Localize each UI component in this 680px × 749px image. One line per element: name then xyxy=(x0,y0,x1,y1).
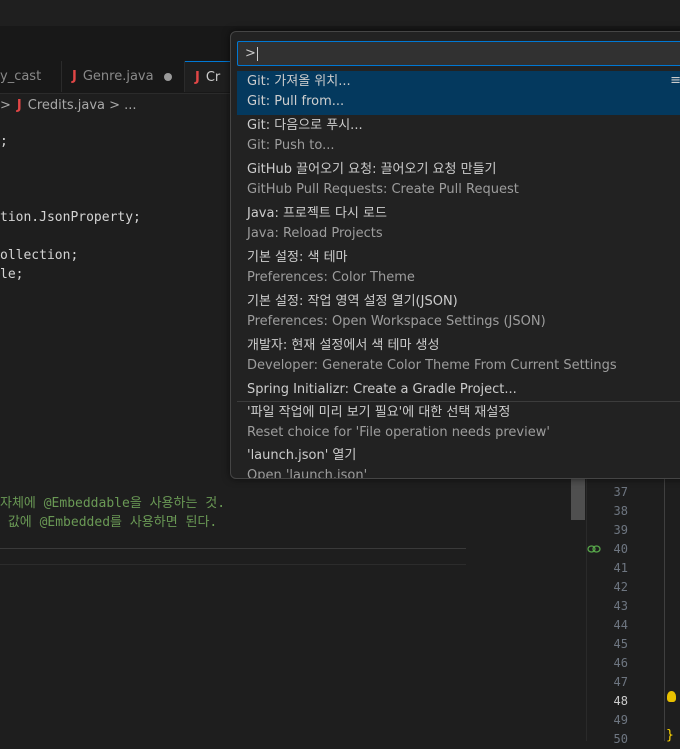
command-detail: Git: Push to... xyxy=(247,138,335,153)
comment-text: 자체에 xyxy=(0,496,44,511)
pane-divider[interactable] xyxy=(586,478,587,741)
comment-line: 자체에 @Embeddable을 사용하는 것. xyxy=(0,492,225,511)
command-palette: > Git: 가져올 위치... ≡ Git: Pull from... Git… xyxy=(230,31,680,479)
java-icon: J xyxy=(16,98,22,113)
line-number-current: 48 xyxy=(613,694,628,708)
command-item[interactable]: Spring Initializr: Create a Gradle Proje… xyxy=(237,376,680,402)
breadcrumb-separator: > xyxy=(0,98,11,113)
line-number: 49 xyxy=(613,713,628,727)
line-number: 47 xyxy=(613,675,628,689)
command-label: '파일 작업에 미리 보기 필요'에 대한 선택 재설정 xyxy=(247,405,511,420)
tab-label: Cr xyxy=(205,70,221,85)
title-bar xyxy=(0,0,680,26)
line-number: 50 xyxy=(613,732,628,746)
command-detail: Git: Pull from... xyxy=(247,94,345,109)
comment-text: 를 사용하면 된다. xyxy=(110,515,218,530)
command-detail: Open 'launch.json' xyxy=(247,468,368,479)
breadcrumb: > J Credits.java > ... xyxy=(0,94,137,118)
command-item[interactable]: GitHub 끌어오기 요청: 끌어오기 요청 만들기 GitHub Pull … xyxy=(237,159,680,203)
command-label: Git: 가져올 위치... xyxy=(247,74,351,89)
java-icon: J xyxy=(72,69,77,84)
link-icon[interactable] xyxy=(587,543,601,559)
command-item[interactable]: 'launch.json' 열기 Open 'launch.json' xyxy=(237,445,680,479)
command-input-value: > xyxy=(245,46,256,61)
code-line: tion.JsonProperty; xyxy=(0,210,141,225)
command-item[interactable]: 개발자: 현재 설정에서 색 테마 생성 Developer: Generate… xyxy=(237,335,680,379)
command-detail: Java: Reload Projects xyxy=(247,226,383,241)
breadcrumb-file[interactable]: Credits.java xyxy=(28,98,105,113)
command-item[interactable]: Git: 가져올 위치... ≡ Git: Pull from... xyxy=(237,71,680,115)
editor-scrollbar[interactable] xyxy=(571,478,585,520)
tab-y-cast[interactable]: y_cast xyxy=(0,61,62,92)
annotation-text: @Embeddable xyxy=(43,496,130,511)
command-detail: GitHub Pull Requests: Create Pull Reques… xyxy=(247,182,519,197)
unsaved-dot-icon[interactable] xyxy=(163,72,172,81)
breadcrumb-more[interactable]: > ... xyxy=(109,98,136,113)
command-detail: Preferences: Open Workspace Settings (JS… xyxy=(247,314,546,329)
comment-text: 값에 xyxy=(0,515,40,530)
line-number: 41 xyxy=(613,561,628,575)
tab-label: Genre.java xyxy=(82,69,154,84)
command-item[interactable]: 기본 설정: 작업 영역 설정 열기(JSON) Preferences: Op… xyxy=(237,291,680,335)
command-detail: Developer: Generate Color Theme From Cur… xyxy=(247,358,617,373)
command-item[interactable]: Java: 프로젝트 다시 로드 Java: Reload Projects xyxy=(237,203,680,247)
line-numbers: 37 38 39 40 41 42 43 44 45 46 47 48 49 5… xyxy=(596,483,628,749)
command-detail: Reset choice for 'File operation needs p… xyxy=(247,425,550,440)
command-label: 기본 설정: 작업 영역 설정 열기(JSON) xyxy=(247,294,458,309)
code-line: ollection; xyxy=(0,248,79,263)
tab-genre-java[interactable]: J Genre.java xyxy=(62,61,185,92)
line-number: 38 xyxy=(613,504,628,518)
line-number: 43 xyxy=(613,599,628,613)
line-number: 37 xyxy=(613,485,628,499)
annotation-text: @Embedded xyxy=(39,515,111,530)
command-item[interactable]: Git: 다음으로 푸시... Git: Push to... xyxy=(237,115,680,159)
code-line: ; xyxy=(0,134,8,149)
tab-label: y_cast xyxy=(0,69,42,84)
line-number: 39 xyxy=(613,523,628,537)
command-label: 기본 설정: 색 테마 xyxy=(247,250,348,265)
lightbulb-icon[interactable] xyxy=(667,691,676,702)
divider xyxy=(0,548,466,549)
text-caret xyxy=(256,46,258,61)
line-number: 44 xyxy=(613,618,628,632)
java-icon: J xyxy=(195,70,200,85)
command-label: 'launch.json' 열기 xyxy=(247,448,357,463)
command-label: 개발자: 현재 설정에서 색 테마 생성 xyxy=(247,338,440,353)
divider xyxy=(0,564,466,565)
command-label: GitHub 끌어오기 요청: 끌어오기 요청 만들기 xyxy=(247,162,497,177)
command-label: Git: 다음으로 푸시... xyxy=(247,118,363,133)
command-label: Spring Initializr: Create a Gradle Proje… xyxy=(247,382,517,397)
line-number: 45 xyxy=(613,637,628,651)
command-item[interactable]: 기본 설정: 색 테마 Preferences: Color Theme xyxy=(237,247,680,291)
comment-line: 값에 @Embedded를 사용하면 된다. xyxy=(0,511,217,530)
line-number: 42 xyxy=(613,580,628,594)
line-number: 46 xyxy=(613,656,628,670)
indent-guide xyxy=(664,478,665,741)
comment-text: 을 사용하는 것. xyxy=(129,496,226,511)
code-line: le; xyxy=(0,267,24,282)
keybinding-hint: ≡ xyxy=(670,73,680,88)
command-label: Java: 프로젝트 다시 로드 xyxy=(247,206,387,221)
command-item[interactable]: '파일 작업에 미리 보기 필요'에 대한 선택 재설정 Reset choic… xyxy=(237,402,680,446)
command-detail: Preferences: Color Theme xyxy=(247,270,415,285)
command-input[interactable]: > xyxy=(237,41,680,66)
